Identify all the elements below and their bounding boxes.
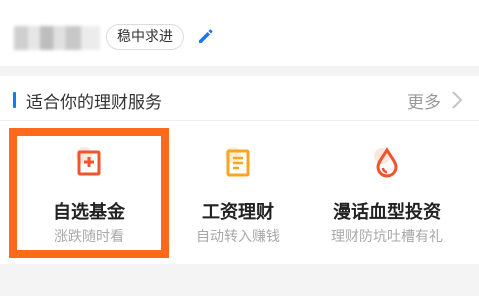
more-link[interactable]: 更多: [407, 88, 441, 113]
blurred-username: [14, 26, 100, 50]
bottom-strip: [0, 276, 479, 296]
edit-pencil-icon[interactable]: [196, 27, 214, 45]
profile-card: 稳中求进: [0, 0, 479, 66]
service-subtitle: 理财防坑吐槽有礼: [331, 229, 443, 245]
section-accent-bar: [13, 92, 16, 108]
chevron-right-icon[interactable]: [451, 90, 463, 110]
service-salary-finance[interactable]: 工资理财 自动转入赚钱: [163, 130, 313, 250]
drop-icon: [374, 146, 398, 178]
service-blood-type-investing[interactable]: 漫话血型投资 理财防坑吐槽有礼: [312, 130, 462, 250]
divider: [0, 120, 479, 121]
document-icon: [225, 147, 250, 177]
service-name: 工资理财: [202, 202, 274, 223]
service-name: 漫话血型投资: [333, 202, 441, 223]
highlight-box: [9, 128, 169, 258]
section-title: 适合你的理财服务: [26, 93, 162, 113]
investment-style-tag[interactable]: 稳中求进: [106, 24, 184, 50]
service-subtitle: 自动转入赚钱: [196, 229, 280, 245]
